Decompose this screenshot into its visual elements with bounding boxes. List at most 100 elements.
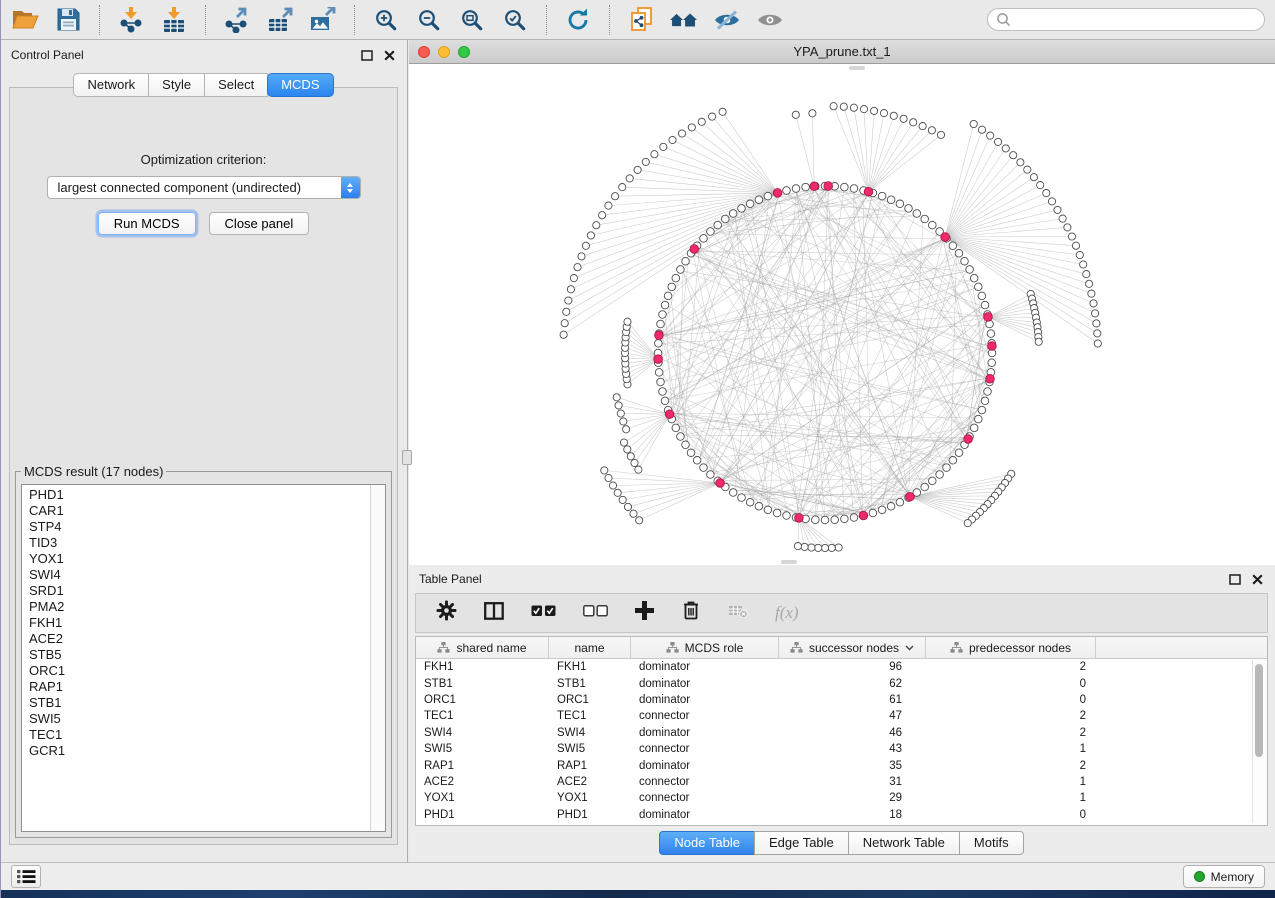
graph-node[interactable] xyxy=(729,489,737,497)
network-canvas[interactable] xyxy=(409,64,1275,566)
graph-node[interactable] xyxy=(738,205,746,213)
graph-node[interactable] xyxy=(1002,145,1009,152)
graph-node[interactable] xyxy=(624,503,631,510)
table-row[interactable]: FKH1FKH1dominator962 xyxy=(416,659,1267,675)
table-row[interactable]: ACE2ACE2connector311 xyxy=(416,774,1267,790)
graph-node[interactable] xyxy=(578,253,585,260)
mcds-result-item[interactable]: SWI4 xyxy=(29,567,385,583)
graph-node[interactable] xyxy=(812,516,820,524)
graph-node[interactable] xyxy=(978,126,985,133)
column-header-successor-nodes[interactable]: successor nodes xyxy=(779,637,926,658)
table-scrollbar-thumb[interactable] xyxy=(1255,664,1263,757)
graph-node[interactable] xyxy=(1037,182,1044,189)
graph-node[interactable] xyxy=(792,185,800,193)
graph-node[interactable] xyxy=(943,464,951,472)
graph-node[interactable] xyxy=(764,506,772,514)
mcds-result-item[interactable]: YOX1 xyxy=(29,551,385,567)
graph-node[interactable] xyxy=(905,205,913,213)
graph-node[interactable] xyxy=(582,242,589,249)
graph-node[interactable] xyxy=(913,210,921,218)
graph-node[interactable] xyxy=(821,516,829,524)
graph-node[interactable] xyxy=(615,402,622,409)
tab-node-table[interactable]: Node Table xyxy=(659,831,755,855)
graph-node[interactable] xyxy=(949,457,957,465)
graph-node[interactable] xyxy=(978,406,986,414)
refresh-view-icon[interactable] xyxy=(564,6,592,34)
graph-node[interactable] xyxy=(970,424,978,432)
graph-node[interactable] xyxy=(910,119,917,126)
graph-node[interactable] xyxy=(887,196,895,204)
graph-node[interactable] xyxy=(619,496,626,503)
graph-node[interactable] xyxy=(1086,280,1093,287)
graph-node[interactable] xyxy=(830,103,837,110)
mcds-result-item[interactable]: TEC1 xyxy=(29,727,385,743)
select-all-checks-icon[interactable] xyxy=(531,604,556,622)
graph-node[interactable] xyxy=(617,410,624,417)
graph-node[interactable] xyxy=(966,266,974,274)
mcds-result-item[interactable]: STB1 xyxy=(29,695,385,711)
table-row[interactable]: SWI5SWI5connector431 xyxy=(416,741,1267,757)
run-mcds-button[interactable]: Run MCDS xyxy=(98,212,196,235)
graph-node[interactable] xyxy=(878,506,886,514)
graph-node[interactable] xyxy=(961,257,969,265)
optimization-criterion-select[interactable]: largest connected component (undirected) xyxy=(47,176,361,199)
graph-node[interactable] xyxy=(921,215,929,223)
mcds-result-item[interactable]: GCR1 xyxy=(29,743,385,759)
column-header-name[interactable]: name xyxy=(549,637,631,658)
graph-node[interactable] xyxy=(1090,300,1097,307)
mcds-result-item[interactable]: STP4 xyxy=(29,519,385,535)
graph-node[interactable] xyxy=(682,441,690,449)
graph-node[interactable] xyxy=(1048,198,1055,205)
hide-selected-icon[interactable] xyxy=(713,6,741,34)
tab-network-table[interactable]: Network Table xyxy=(848,831,960,855)
tab-edge-table[interactable]: Edge Table xyxy=(754,831,849,855)
graph-hub-node[interactable] xyxy=(941,233,950,242)
graph-node[interactable] xyxy=(635,466,642,473)
graph-node[interactable] xyxy=(929,221,937,229)
zoom-out-icon[interactable] xyxy=(415,6,443,34)
graph-node[interactable] xyxy=(764,192,772,200)
graph-node[interactable] xyxy=(682,257,690,265)
graph-node[interactable] xyxy=(613,394,620,401)
column-settings-gear-icon[interactable] xyxy=(436,600,457,626)
graph-node[interactable] xyxy=(964,520,971,527)
mcds-result-item[interactable]: ACE2 xyxy=(29,631,385,647)
graph-node[interactable] xyxy=(626,175,633,182)
mcds-list-scrollbar[interactable] xyxy=(370,485,385,831)
graph-node[interactable] xyxy=(850,514,858,522)
graph-node[interactable] xyxy=(661,397,669,405)
graph-node[interactable] xyxy=(746,200,754,208)
graph-node[interactable] xyxy=(792,111,799,118)
tab-mcds[interactable]: MCDS xyxy=(267,73,333,97)
graph-node[interactable] xyxy=(722,215,730,223)
graph-node[interactable] xyxy=(755,503,763,511)
column-header-MCDS-role[interactable]: MCDS role xyxy=(631,637,779,658)
graph-node[interactable] xyxy=(669,136,676,143)
graph-node[interactable] xyxy=(659,388,667,396)
graph-node[interactable] xyxy=(642,158,649,165)
graph-node[interactable] xyxy=(896,498,904,506)
graph-node[interactable] xyxy=(871,107,878,114)
split-handle[interactable] xyxy=(781,560,797,564)
graph-node[interactable] xyxy=(567,286,574,293)
graph-node[interactable] xyxy=(657,320,665,328)
graph-node[interactable] xyxy=(563,308,570,315)
graph-node[interactable] xyxy=(887,503,895,511)
graph-node[interactable] xyxy=(700,235,708,243)
close-panel-icon[interactable] xyxy=(384,50,395,61)
graph-node[interactable] xyxy=(609,482,616,489)
column-header-shared-name[interactable]: shared name xyxy=(416,637,549,658)
graph-hub-node[interactable] xyxy=(859,511,868,520)
graph-node[interactable] xyxy=(623,426,630,433)
graph-node[interactable] xyxy=(978,292,986,300)
graph-node[interactable] xyxy=(729,210,737,218)
graph-node[interactable] xyxy=(773,509,781,517)
deselect-all-checks-icon[interactable] xyxy=(583,604,608,622)
graph-node[interactable] xyxy=(661,301,669,309)
graph-node[interactable] xyxy=(955,250,963,258)
graph-node[interactable] xyxy=(831,516,839,524)
graph-node[interactable] xyxy=(937,131,944,138)
mcds-result-item[interactable]: RAP1 xyxy=(29,679,385,695)
import-table-icon[interactable] xyxy=(160,6,188,34)
table-row[interactable]: YOX1YOX1connector291 xyxy=(416,790,1267,806)
